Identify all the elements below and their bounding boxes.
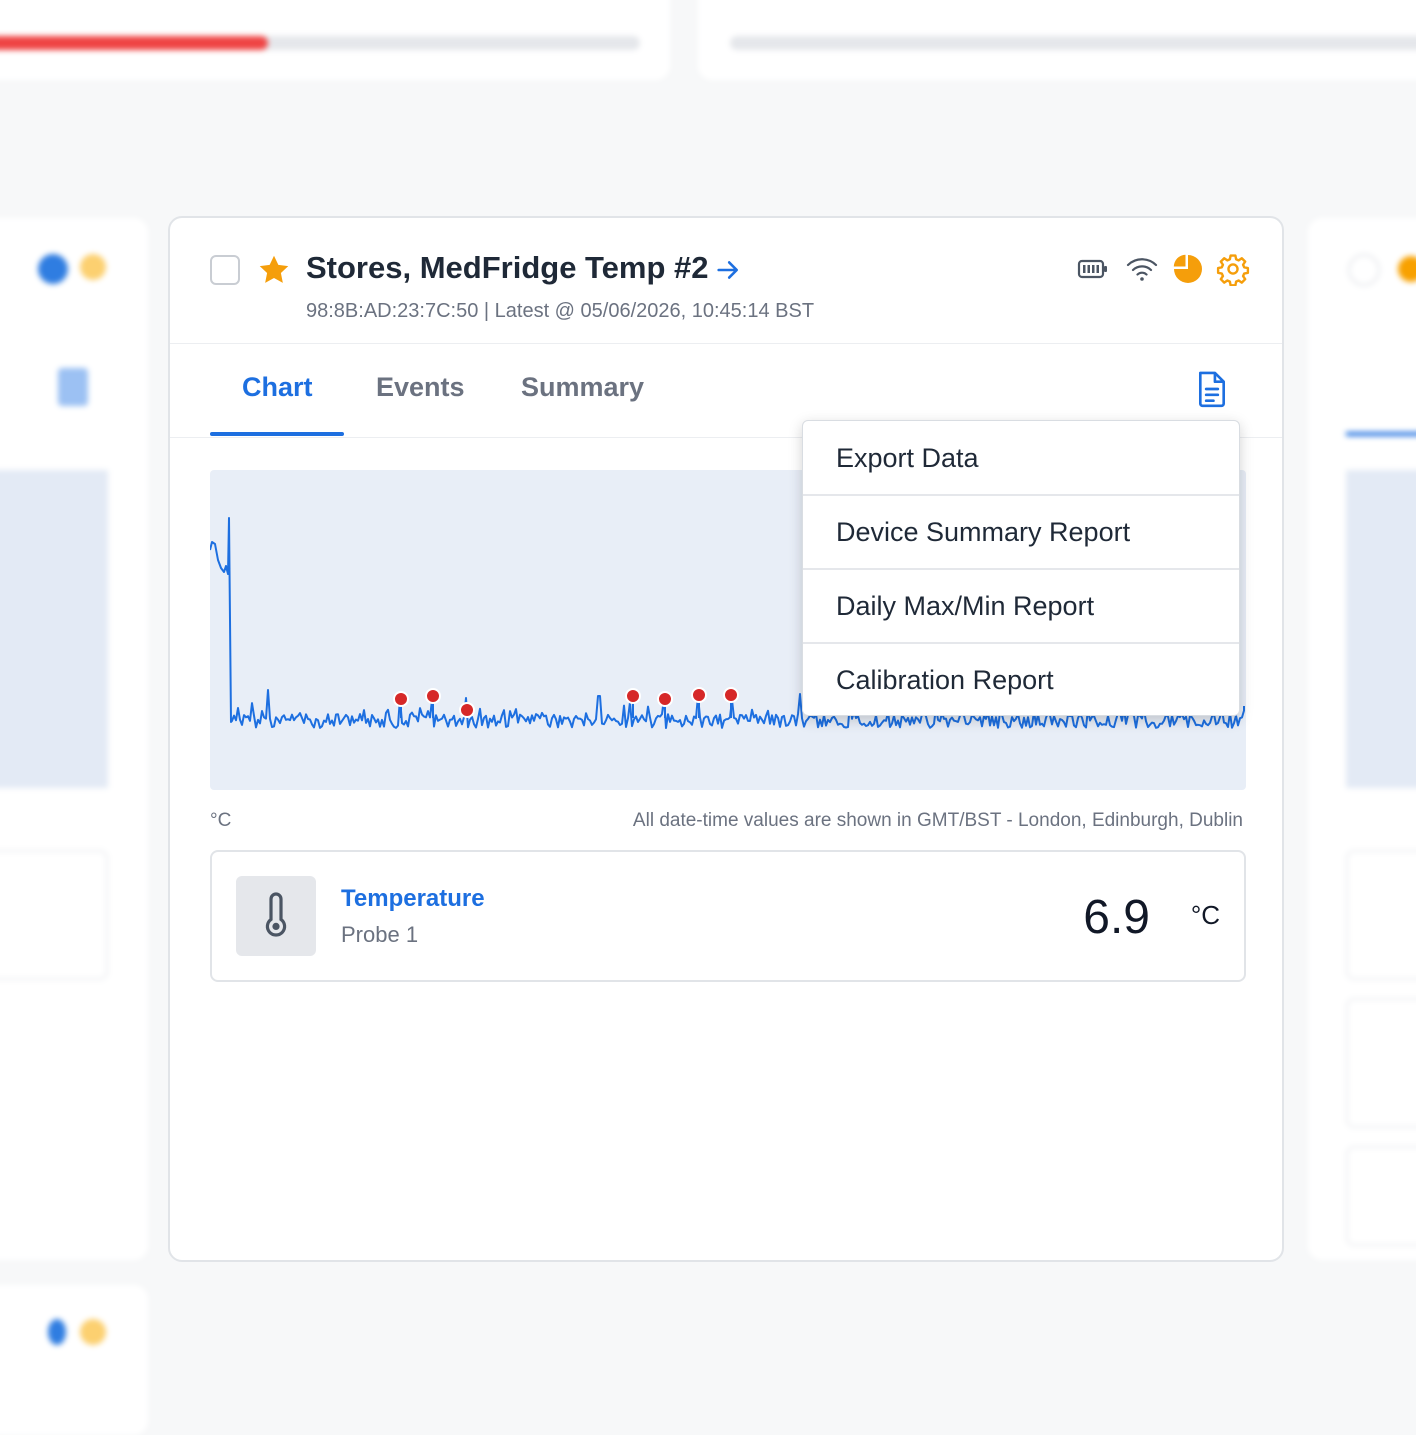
menu-item-calibration-report[interactable]: Calibration Report (803, 643, 1239, 717)
background-card-top-right (698, 0, 1416, 80)
arrow-right-icon[interactable] (714, 256, 742, 284)
background-blob (48, 1319, 66, 1345)
header-divider (170, 343, 1282, 344)
sensor-unit: °C (1190, 900, 1220, 930)
background-card-left (0, 218, 148, 1260)
background-sensor (1346, 1146, 1416, 1246)
chart-unit-label: °C (210, 810, 232, 831)
background-icon (58, 368, 88, 406)
menu-item-daily-max-min-report[interactable]: Daily Max/Min Report (803, 569, 1239, 643)
background-blob (80, 1319, 106, 1345)
background-blob (80, 254, 106, 280)
menu-item-export-data[interactable]: Export Data (803, 421, 1239, 495)
background-sensor (1346, 998, 1416, 1128)
event-marker[interactable] (425, 688, 441, 704)
event-marker[interactable] (625, 688, 641, 704)
thermometer-icon (265, 892, 287, 937)
background-card-bottom-left (0, 1285, 148, 1435)
device-subtitle: 98:8B:AD:23:7C:50 | Latest @ 05/06/2026,… (306, 300, 815, 322)
background-card-right (1308, 218, 1416, 1260)
wifi-icon (1126, 258, 1158, 281)
select-checkbox[interactable] (210, 255, 240, 285)
device-title: Stores, MedFridge Temp #2 (306, 250, 709, 285)
background-progress-track (730, 36, 1416, 50)
event-marker[interactable] (723, 687, 739, 703)
report-menu: Export Data Device Summary Report Daily … (802, 420, 1240, 716)
background-chart (1346, 470, 1416, 788)
menu-item-device-summary-report[interactable]: Device Summary Report (803, 495, 1239, 569)
sensor-reading[interactable]: Temperature Probe 1 6.9 °C (210, 850, 1246, 982)
background-tab-underline (1346, 432, 1416, 436)
background-blob (1398, 256, 1416, 282)
background-progress-track (0, 36, 640, 50)
sensor-value: 6.9 (1083, 891, 1150, 944)
report-icon[interactable] (1194, 370, 1230, 408)
tab-chart[interactable]: Chart (242, 372, 313, 403)
timezone-note: All date-time values are shown in GMT/BS… (632, 810, 1243, 831)
pie-icon (1173, 254, 1202, 283)
active-tab-indicator (210, 432, 344, 436)
event-markers (393, 687, 739, 718)
background-blob (38, 254, 68, 284)
background-blob (1348, 254, 1380, 286)
background-progress-fill (0, 36, 268, 50)
event-marker[interactable] (657, 691, 673, 707)
sensor-name[interactable]: Temperature (341, 885, 485, 913)
background-chart (0, 470, 108, 788)
sensor-probe: Probe 1 (341, 922, 419, 947)
tab-events[interactable]: Events (376, 372, 465, 403)
background-card-top-left (0, 0, 670, 80)
event-marker[interactable] (691, 687, 707, 703)
star-icon[interactable] (256, 252, 292, 288)
event-marker[interactable] (393, 691, 409, 707)
event-marker[interactable] (459, 702, 475, 718)
sensor-icon-box (236, 876, 316, 956)
device-card: Stores, MedFridge Temp #2 98:8B:AD:23:7C… (168, 216, 1284, 1262)
background-sensor (1346, 850, 1416, 980)
battery-icon (1077, 259, 1107, 279)
gear-icon[interactable] (1216, 252, 1250, 286)
tab-summary[interactable]: Summary (521, 372, 644, 403)
background-sensor (0, 850, 108, 980)
